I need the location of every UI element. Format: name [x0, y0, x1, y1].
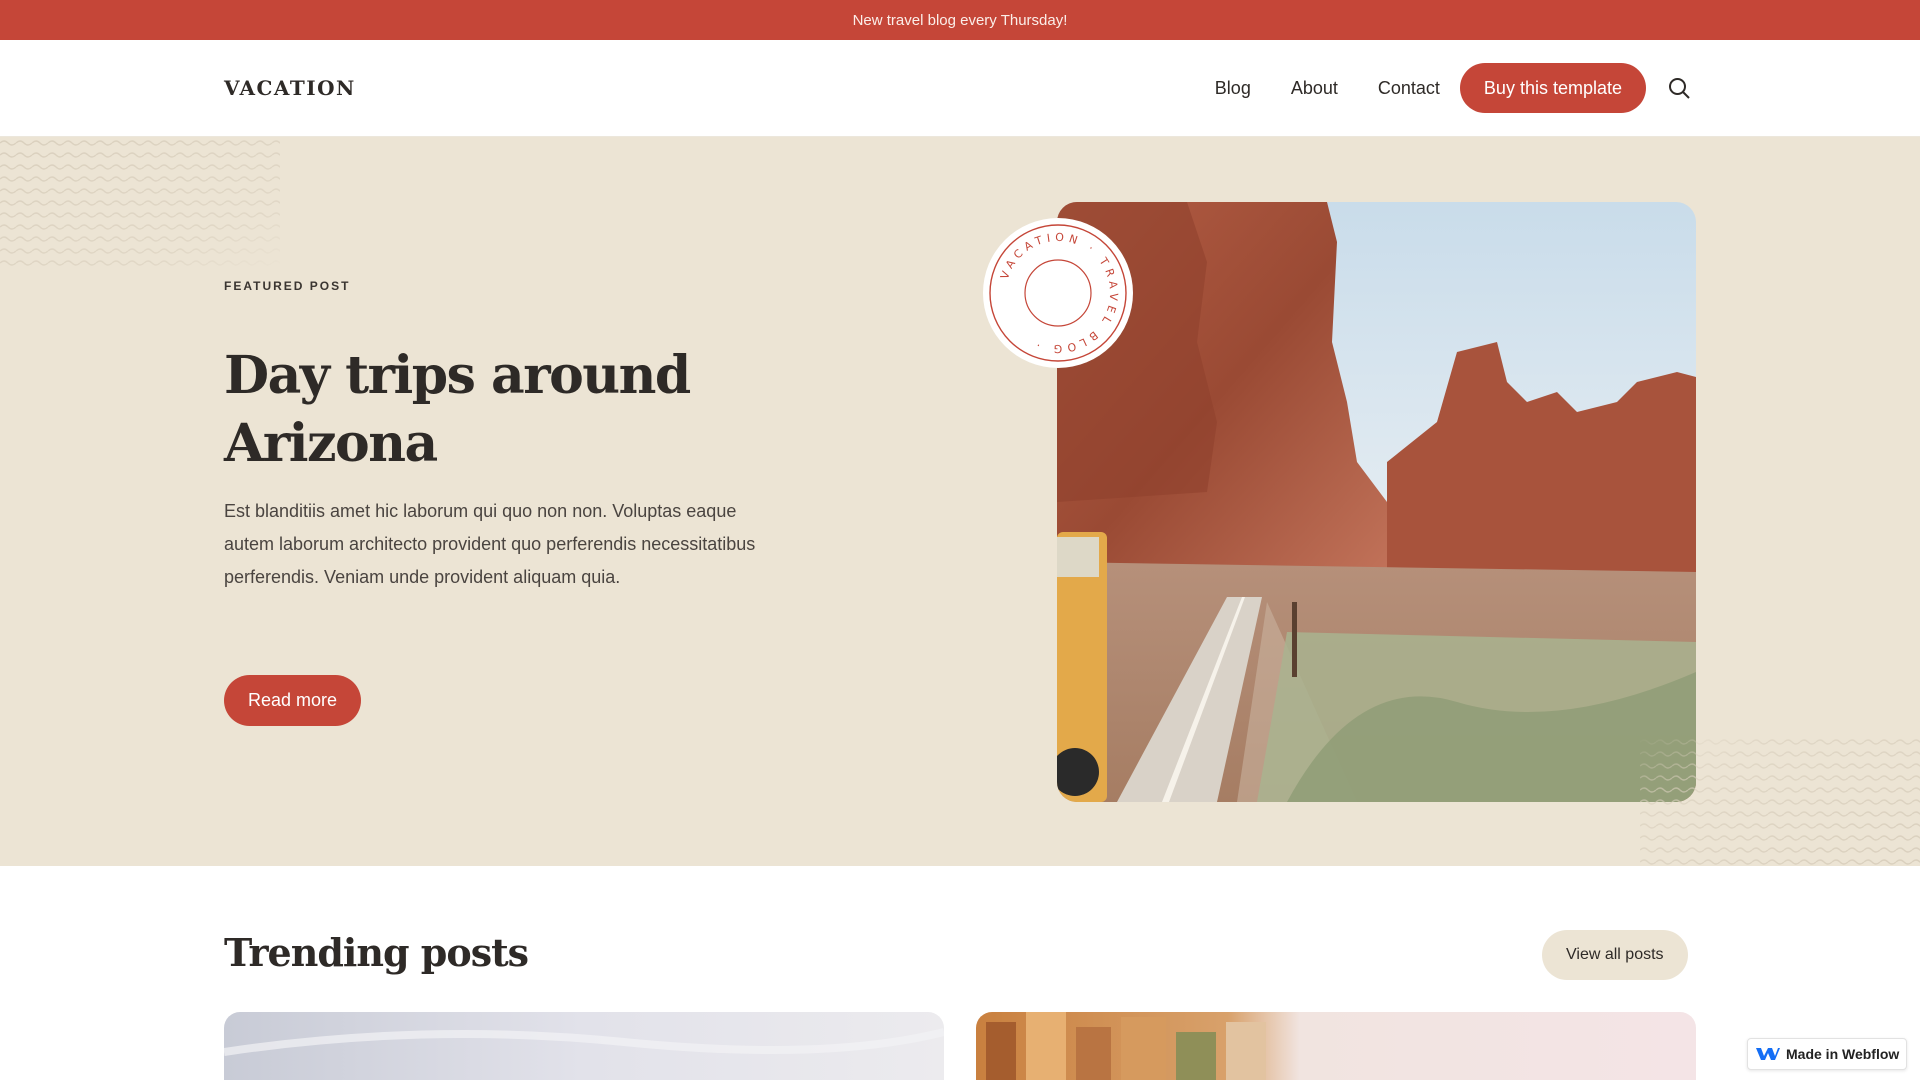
travel-blog-badge: VACATION · TRAVEL BLOG · [983, 218, 1133, 368]
hero-description: Est blanditiis amet hic laborum qui quo … [224, 501, 756, 587]
search-icon[interactable] [1666, 62, 1692, 114]
featured-post-label: FEATURED POST [224, 279, 351, 293]
nav-blog[interactable]: Blog [1215, 78, 1251, 99]
trending-post-image-1[interactable] [224, 1012, 944, 1080]
svg-text:VACATION · TRAVEL BLOG ·: VACATION · TRAVEL BLOG · [998, 231, 1120, 356]
trending-post-image-2[interactable] [976, 1012, 1696, 1080]
nav-about[interactable]: About [1291, 78, 1338, 99]
nav-contact[interactable]: Contact [1378, 78, 1440, 99]
main-nav: Blog About Contact Buy this template [1180, 62, 1692, 114]
announcement-text: New travel blog every Thursday! [852, 11, 1068, 29]
trending-title: Trending posts [224, 930, 529, 975]
webflow-logo-icon [1756, 1048, 1780, 1060]
hero-section: FEATURED POST Day trips around Arizona E… [0, 137, 1920, 866]
badge-text: VACATION · TRAVEL BLOG · [998, 231, 1116, 356]
featured-post-image[interactable] [1057, 202, 1696, 802]
wave-pattern-bottom-right [1640, 736, 1920, 866]
read-more-button[interactable]: Read more [224, 675, 362, 726]
buy-template-button[interactable]: Buy this template [1459, 63, 1646, 113]
hero-title[interactable]: Day trips around Arizona [224, 342, 704, 478]
trending-section: Trending posts View all posts [0, 866, 1920, 1080]
webflow-badge-label: Made in Webflow [1786, 1046, 1900, 1062]
view-all-posts-button[interactable]: View all posts [1542, 930, 1688, 980]
site-logo[interactable]: VACATION [224, 76, 356, 100]
announcement-bar: New travel blog every Thursday! [0, 0, 1920, 40]
wave-pattern-top-left [0, 137, 280, 267]
site-header: VACATION Blog About Contact Buy this tem… [0, 40, 1920, 137]
made-in-webflow-badge[interactable]: Made in Webflow [1747, 1038, 1907, 1070]
